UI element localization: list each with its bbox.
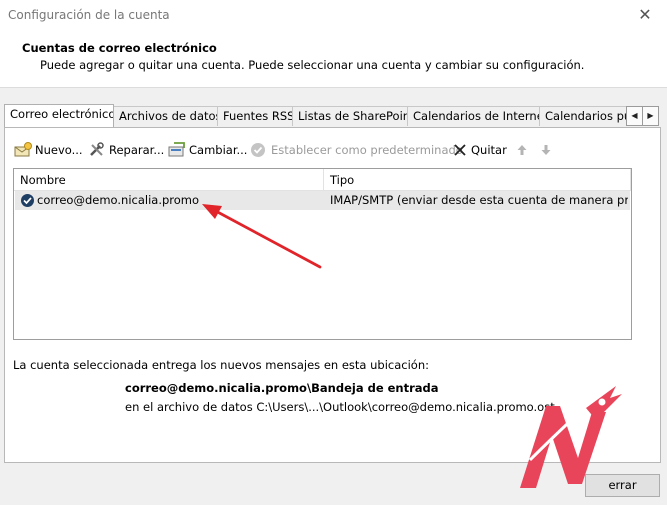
- repair-button[interactable]: Reparar...: [88, 140, 164, 160]
- move-up-button[interactable]: [516, 140, 531, 160]
- remove-button-label: Quitar: [471, 143, 507, 157]
- header-description: Puede agregar o quitar una cuenta. Puede…: [40, 58, 585, 72]
- delivery-location: correo@demo.nicalia.promo\Bandeja de ent…: [125, 381, 439, 395]
- window-title: Configuración de la cuenta: [8, 8, 170, 22]
- remove-button[interactable]: Quitar: [452, 140, 507, 160]
- tab-label: Calendarios pu: [545, 109, 627, 123]
- arrow-up-icon: [517, 145, 527, 155]
- delivery-info-label: La cuenta seleccionada entrega los nuevo…: [13, 358, 429, 372]
- brand-logo-icon: [520, 386, 622, 488]
- tab-scroll-left-icon[interactable]: ◀: [626, 106, 643, 126]
- tab-calendarios-internet[interactable]: Calendarios de Internet: [407, 106, 540, 126]
- tab-calendarios-publicados[interactable]: Calendarios pu: [539, 106, 627, 126]
- new-account-icon: [14, 142, 32, 157]
- tab-label: Listas de SharePoint: [298, 109, 408, 123]
- arrow-down-icon: [541, 145, 551, 155]
- annotation-arrow-icon: [202, 204, 322, 269]
- column-header-type[interactable]: Tipo: [324, 169, 631, 191]
- set-default-button-label: Establecer como predeterminado: [271, 143, 463, 157]
- account-type-cell: IMAP/SMTP (enviar desde esta cuenta de m…: [330, 193, 628, 207]
- close-icon: [454, 144, 466, 156]
- header-title: Cuentas de correo electrónico: [22, 41, 217, 55]
- window-close-icon[interactable]: ✕: [632, 3, 658, 27]
- change-button-label: Cambiar...: [189, 143, 248, 157]
- tab-correo-electronico[interactable]: Correo electrónico: [4, 104, 114, 127]
- set-default-button[interactable]: Establecer como predeterminado: [250, 140, 463, 160]
- repair-button-label: Reparar...: [109, 143, 165, 157]
- change-settings-icon: [168, 142, 185, 157]
- tab-listas-sharepoint[interactable]: Listas de SharePoint: [292, 106, 408, 126]
- checkmark-circle-icon: [251, 143, 265, 157]
- new-button-label: Nuevo...: [35, 143, 83, 157]
- tab-scroll-right-icon[interactable]: ▶: [642, 106, 659, 126]
- tab-label: Correo electrónico: [10, 107, 114, 121]
- tab-label: Fuentes RSS: [223, 109, 293, 123]
- data-file-path: en el archivo de datos C:\Users\...\Outl…: [125, 400, 555, 414]
- tab-fuentes-rss[interactable]: Fuentes RSS: [217, 106, 293, 126]
- move-down-button[interactable]: [540, 140, 555, 160]
- default-account-check-icon: [21, 194, 34, 207]
- repair-tools-icon: [90, 142, 104, 156]
- new-button[interactable]: Nuevo...: [14, 140, 83, 160]
- change-button[interactable]: Cambiar...: [168, 140, 247, 160]
- tab-label: Archivos de datos: [119, 109, 218, 123]
- column-header-name[interactable]: Nombre: [14, 169, 324, 191]
- tab-label: Calendarios de Internet: [413, 109, 540, 123]
- tab-archivos-de-datos[interactable]: Archivos de datos: [113, 106, 218, 126]
